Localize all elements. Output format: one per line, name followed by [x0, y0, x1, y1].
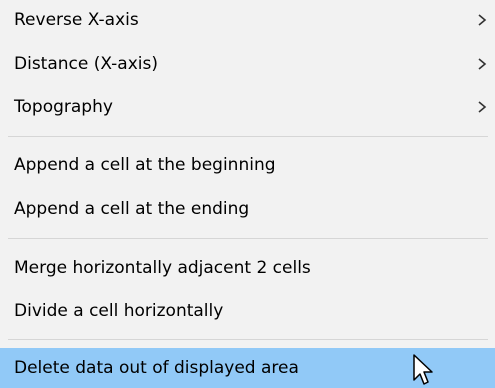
menu-item-label: Append a cell at the ending: [14, 199, 250, 219]
menu-item-label: Distance (X-axis): [14, 54, 158, 74]
menu-item-divide-cell[interactable]: Divide a cell horizontally: [0, 291, 495, 331]
menu-item-label: Reverse X-axis: [14, 10, 139, 30]
chevron-right-icon: [478, 14, 487, 26]
chevron-right-icon: [478, 58, 487, 70]
chevron-right-icon: [478, 101, 487, 113]
menu-item-append-cell-ending[interactable]: Append a cell at the ending: [0, 189, 495, 229]
menu-separator: [8, 339, 488, 340]
menu-item-topography[interactable]: Topography: [0, 87, 495, 127]
context-menu: Reverse X-axis Distance (X-axis) Topogra…: [0, 0, 495, 388]
menu-separator: [8, 238, 488, 239]
menu-item-merge-cells[interactable]: Merge horizontally adjacent 2 cells: [0, 248, 495, 288]
menu-item-label: Topography: [14, 97, 113, 117]
menu-item-label: Merge horizontally adjacent 2 cells: [14, 258, 311, 278]
menu-item-label: Divide a cell horizontally: [14, 301, 224, 321]
menu-separator: [8, 136, 488, 137]
menu-item-label: Append a cell at the beginning: [14, 155, 276, 175]
mouse-pointer-icon: [413, 354, 433, 385]
menu-item-distance-x-axis[interactable]: Distance (X-axis): [0, 44, 495, 84]
menu-item-append-cell-beginning[interactable]: Append a cell at the beginning: [0, 145, 495, 185]
menu-item-reverse-x-axis[interactable]: Reverse X-axis: [0, 0, 495, 40]
menu-item-label: Delete data out of displayed area: [14, 358, 299, 378]
